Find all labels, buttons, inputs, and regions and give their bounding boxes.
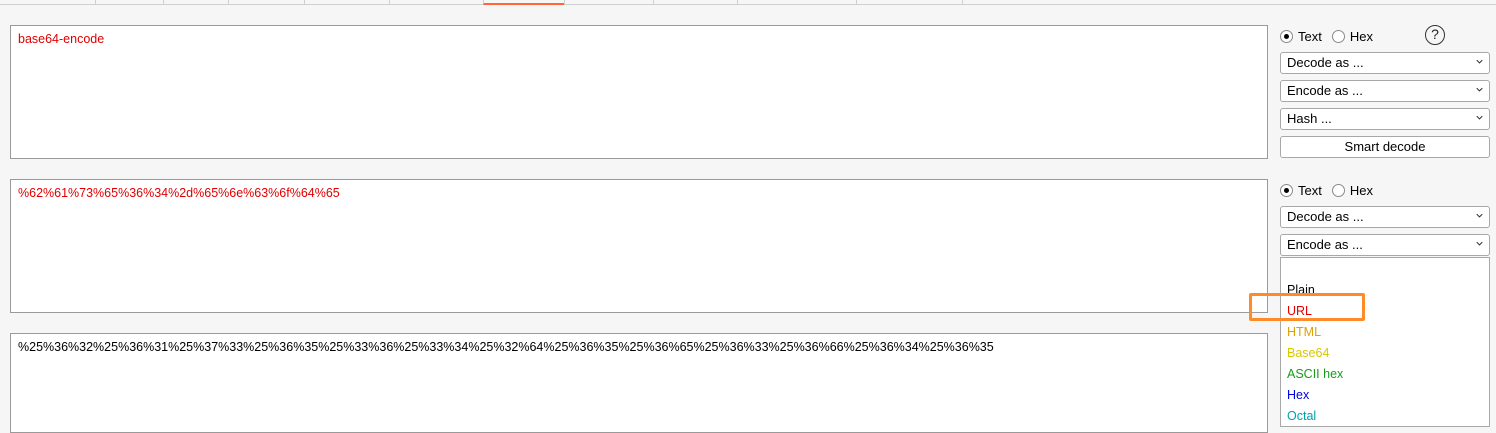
format-radio-group: Text Hex: [1280, 27, 1383, 45]
encode-as-label: Encode as ...: [1287, 237, 1363, 252]
option-ascii-hex[interactable]: ASCII hex: [1287, 365, 1343, 383]
output-panel[interactable]: %25%36%32%25%36%31%25%37%33%25%36%35%25%…: [10, 333, 1268, 433]
input-panel[interactable]: base64-encode: [10, 25, 1268, 159]
encode-as-label: Encode as ...: [1287, 83, 1363, 98]
hex-radio-label[interactable]: Hex: [1350, 29, 1373, 44]
chevron-down-icon: [1476, 59, 1483, 64]
tab[interactable]: [737, 0, 857, 5]
text-radio-label[interactable]: Text: [1298, 183, 1322, 198]
controls-panel-1: Text Hex ? Decode as ... Encode as ... H…: [1280, 25, 1490, 165]
chevron-down-icon: [1476, 115, 1483, 120]
input-text[interactable]: base64-encode: [18, 32, 104, 46]
hash-label: Hash ...: [1287, 111, 1332, 126]
encoded-text[interactable]: %62%61%73%65%36%34%2d%65%6e%63%6f%64%65: [18, 186, 340, 200]
url-highlight-box: [1249, 293, 1365, 321]
decode-as-label: Decode as ...: [1287, 55, 1364, 70]
encode-as-dropdown: Plain URL HTML Base64 ASCII hex Hex Octa…: [1280, 257, 1490, 427]
tab-bar: [0, 0, 1496, 5]
option-base64[interactable]: Base64: [1287, 344, 1329, 362]
option-octal[interactable]: Octal: [1287, 407, 1316, 425]
text-radio[interactable]: [1280, 29, 1293, 43]
option-hex[interactable]: Hex: [1287, 386, 1309, 404]
encode-as-select[interactable]: Encode as ...: [1280, 80, 1490, 102]
tab[interactable]: [389, 0, 484, 5]
tab[interactable]: [962, 0, 964, 5]
tab[interactable]: [163, 0, 229, 5]
output-text[interactable]: %25%36%32%25%36%31%25%37%33%25%36%35%25%…: [18, 340, 994, 354]
tab-decoder[interactable]: [483, 0, 565, 5]
tab[interactable]: [856, 0, 963, 5]
chevron-down-icon: [1476, 213, 1483, 218]
chevron-down-icon: [1476, 241, 1483, 246]
tab[interactable]: [653, 0, 738, 5]
format-radio-group: Text Hex: [1280, 181, 1383, 199]
decode-as-select[interactable]: Decode as ...: [1280, 52, 1490, 74]
decode-as-label: Decode as ...: [1287, 209, 1364, 224]
tab[interactable]: [304, 0, 390, 5]
text-radio-label[interactable]: Text: [1298, 29, 1322, 44]
decode-as-select[interactable]: Decode as ...: [1280, 206, 1490, 228]
encoded-panel[interactable]: %62%61%73%65%36%34%2d%65%6e%63%6f%64%65: [10, 179, 1268, 313]
tab[interactable]: [564, 0, 654, 5]
option-html[interactable]: HTML: [1287, 323, 1321, 341]
hex-radio[interactable]: [1331, 183, 1345, 197]
controls-panel-2: Text Hex Decode as ... Encode as ...: [1280, 179, 1490, 259]
text-radio[interactable]: [1280, 183, 1293, 197]
hex-radio-label[interactable]: Hex: [1350, 183, 1373, 198]
hex-radio[interactable]: [1331, 29, 1345, 43]
hash-select[interactable]: Hash ...: [1280, 108, 1490, 130]
encode-as-select[interactable]: Encode as ...: [1280, 234, 1490, 256]
tab[interactable]: [228, 0, 305, 5]
help-icon[interactable]: ?: [1425, 25, 1445, 45]
chevron-down-icon: [1476, 87, 1483, 92]
smart-decode-button[interactable]: Smart decode: [1280, 136, 1490, 158]
tab[interactable]: [95, 0, 164, 5]
